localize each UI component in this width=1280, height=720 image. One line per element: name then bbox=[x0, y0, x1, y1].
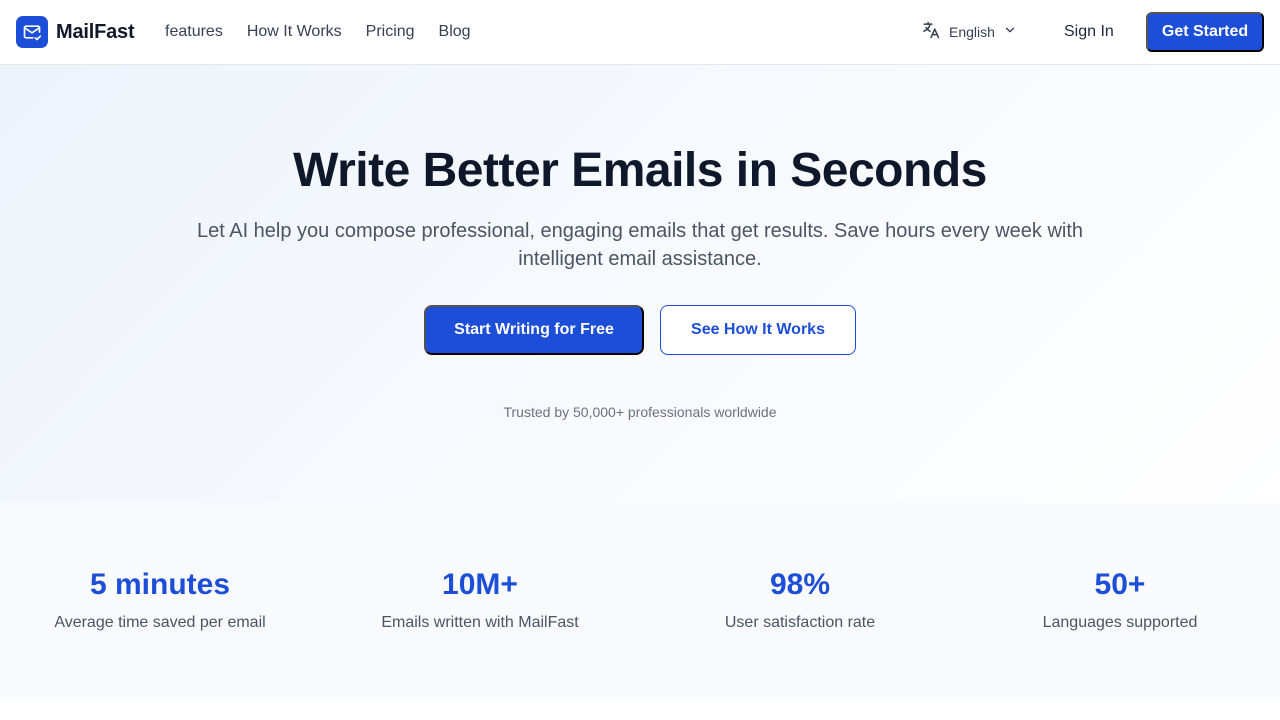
stat-label: Emails written with MailFast bbox=[381, 614, 579, 631]
see-how-it-works-button[interactable]: See How It Works bbox=[660, 305, 856, 355]
stat-emails-written: 10M+ Emails written with MailFast bbox=[320, 565, 640, 633]
stat-satisfaction: 98% User satisfaction rate bbox=[640, 565, 960, 633]
sign-in-link[interactable]: Sign In bbox=[1064, 20, 1114, 44]
stat-value: 5 minutes bbox=[89, 568, 231, 601]
nav-link-how-it-works[interactable]: How It Works bbox=[247, 20, 342, 44]
hero-subtitle: Let AI help you compose professional, en… bbox=[196, 220, 1084, 270]
stat-label: Average time saved per email bbox=[54, 614, 266, 631]
hero-section: Write Better Emails in Seconds Let AI he… bbox=[0, 65, 1280, 503]
brand-name: MailFast bbox=[56, 20, 135, 43]
language-selector[interactable]: English bbox=[921, 20, 1017, 44]
mail-check-icon bbox=[16, 16, 48, 48]
trusted-by-text: Trusted by 50,000+ professionals worldwi… bbox=[503, 404, 777, 420]
language-label: English bbox=[949, 24, 995, 40]
get-started-button[interactable]: Get Started bbox=[1146, 12, 1264, 52]
stat-value: 98% bbox=[769, 568, 831, 601]
start-writing-button[interactable]: Start Writing for Free bbox=[424, 305, 644, 355]
navbar: MailFast features How It Works Pricing B… bbox=[0, 0, 1280, 65]
translate-icon bbox=[921, 20, 941, 45]
stat-label: Languages supported bbox=[1042, 614, 1198, 631]
stat-languages: 50+ Languages supported bbox=[960, 565, 1280, 633]
stat-value: 10M+ bbox=[442, 568, 518, 601]
nav-link-blog[interactable]: Blog bbox=[439, 20, 471, 44]
brand-logo-link[interactable]: MailFast bbox=[16, 16, 135, 48]
stat-value: 50+ bbox=[1094, 568, 1146, 601]
chevron-down-icon bbox=[1003, 23, 1017, 42]
stat-label: User satisfaction rate bbox=[724, 614, 876, 631]
nav-link-features[interactable]: features bbox=[165, 20, 223, 44]
stats-section: 5 minutes Average time saved per email 1… bbox=[0, 503, 1280, 699]
nav-link-pricing[interactable]: Pricing bbox=[366, 20, 415, 44]
stat-time-saved: 5 minutes Average time saved per email bbox=[0, 565, 320, 633]
hero-title: Write Better Emails in Seconds bbox=[293, 144, 987, 197]
nav-links: features How It Works Pricing Blog bbox=[165, 20, 471, 44]
